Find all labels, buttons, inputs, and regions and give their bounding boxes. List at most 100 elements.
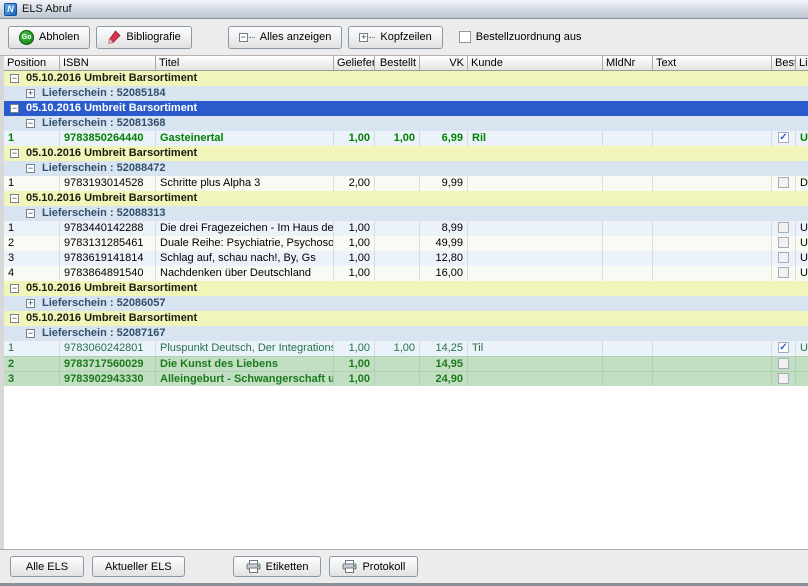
best-checkbox[interactable]	[778, 373, 789, 384]
row-lieferschein[interactable]: +Lieferschein : 52085184	[4, 86, 808, 101]
table-row[interactable]: 49783864891540Nachdenken über Deutschlan…	[4, 266, 808, 281]
collapse-icon[interactable]: −	[10, 314, 19, 323]
collapse-icon[interactable]: −	[26, 209, 35, 218]
etiketten-button[interactable]: Etiketten	[233, 556, 322, 577]
etiketten-label: Etiketten	[266, 561, 309, 573]
expand-icon[interactable]: +	[26, 89, 35, 98]
collapse-icon[interactable]: −	[10, 194, 19, 203]
cell-mldnr	[603, 372, 653, 386]
row-group-header[interactable]: −05.10.2016 Umbreit Barsortiment	[4, 71, 808, 86]
protokoll-label: Protokoll	[362, 561, 405, 573]
collapse-icon[interactable]: −	[10, 74, 19, 83]
aktueller-els-button[interactable]: Aktueller ELS	[92, 556, 185, 577]
collapse-all-icon: −	[239, 32, 255, 43]
table-row[interactable]: 29783717560029Die Kunst des Liebens1,001…	[4, 356, 808, 371]
column-header-titel[interactable]: Titel	[156, 56, 334, 70]
group-label: 05.10.2016 Umbreit Barsortiment	[26, 281, 197, 296]
cell-kunde	[468, 236, 603, 251]
lieferschein-label: Lieferschein : 52081368	[42, 116, 166, 131]
cell-kunde	[468, 372, 603, 386]
cell-geliefert: 1,00	[334, 357, 375, 371]
cell-kunde	[468, 266, 603, 281]
cell-pos: 4	[4, 266, 60, 281]
column-header-isbn[interactable]: ISBN	[60, 56, 156, 70]
column-header-vk[interactable]: VK	[420, 56, 468, 70]
cell-isbn: 9783902943330	[60, 372, 156, 386]
column-header-bestellt[interactable]: Bestellt	[375, 56, 420, 70]
column-header-best[interactable]: Best.	[772, 56, 796, 70]
go-icon: Go	[19, 30, 34, 45]
row-lieferschein[interactable]: −Lieferschein : 52081368	[4, 116, 808, 131]
collapse-icon[interactable]: −	[10, 104, 19, 113]
row-group-header[interactable]: −05.10.2016 Umbreit Barsortiment	[4, 146, 808, 161]
lieferschein-label: Lieferschein : 52088472	[42, 161, 166, 176]
alles-anzeigen-label: Alles anzeigen	[260, 31, 332, 43]
best-checkbox[interactable]	[778, 358, 789, 369]
best-checkbox[interactable]	[778, 177, 789, 188]
cell-bestellt: 1,00	[375, 131, 420, 146]
cell-bestellt	[375, 372, 420, 386]
cell-titel: Pluspunkt Deutsch, Der Integrationskurs	[156, 341, 334, 356]
protokoll-button[interactable]: Protokoll	[329, 556, 418, 577]
best-checkbox[interactable]	[778, 237, 789, 248]
row-lieferschein[interactable]: + Lieferschein : 52086057	[4, 296, 808, 311]
best-checkbox[interactable]	[778, 252, 789, 263]
lieferschein-label: Lieferschein : 52088313	[42, 206, 166, 221]
cell-mldnr	[603, 221, 653, 236]
abholen-button[interactable]: Go Abholen	[8, 26, 90, 49]
cell-geliefert: 1,00	[334, 372, 375, 386]
kopfzeilen-button[interactable]: + Kopfzeilen	[348, 26, 442, 49]
cell-vk: 24,90	[420, 372, 468, 386]
collapse-icon[interactable]: −	[26, 164, 35, 173]
table-row[interactable]: 29783131285461Duale Reihe: Psychiatrie, …	[4, 236, 808, 251]
table-row[interactable]: 19783440142288Die drei Fragezeichen - Im…	[4, 221, 808, 236]
bibliografie-button[interactable]: Bibliografie	[96, 26, 191, 49]
column-header-lieferant[interactable]: Lieferant	[796, 56, 808, 70]
table-row[interactable]: 19783193014528Schritte plus Alpha 32,009…	[4, 176, 808, 191]
row-group-header[interactable]: −05.10.2016 Umbreit Barsortiment	[4, 101, 808, 116]
table-row[interactable]: 19783060242801Pluspunkt Deutsch, Der Int…	[4, 341, 808, 356]
collapse-icon[interactable]: −	[26, 119, 35, 128]
cell-lieferant: Umbreit	[796, 266, 808, 281]
bestellzuordnung-checkbox[interactable]	[459, 31, 471, 43]
cell-pos: 3	[4, 251, 60, 266]
cell-geliefert: 1,00	[334, 251, 375, 266]
cell-titel: Die Kunst des Liebens	[156, 357, 334, 371]
best-checkbox[interactable]	[778, 222, 789, 233]
best-checkbox[interactable]	[778, 267, 789, 278]
cell-mldnr	[603, 251, 653, 266]
table-row[interactable]: 19783850264440Gasteinertal1,001,006,99Ri…	[4, 131, 808, 146]
column-header-pos[interactable]: Position	[4, 56, 60, 70]
row-group-header[interactable]: −05.10.2016 Umbreit Barsortiment	[4, 311, 808, 326]
column-header-geliefert[interactable]: Geliefert	[334, 56, 375, 70]
cell-best: ✓	[772, 341, 796, 356]
row-lieferschein[interactable]: −Lieferschein : 52087167	[4, 326, 808, 341]
cell-lieferant: Umbreit	[796, 131, 808, 146]
best-checkbox[interactable]: ✓	[778, 342, 789, 353]
collapse-icon[interactable]: −	[10, 149, 19, 158]
cell-bestellt	[375, 176, 420, 191]
column-header-mldnr[interactable]: MldNr	[603, 56, 653, 70]
cell-mldnr	[603, 357, 653, 371]
cell-isbn: 9783717560029	[60, 357, 156, 371]
expand-icon[interactable]: +	[26, 299, 35, 308]
column-header-kunde[interactable]: Kunde	[468, 56, 603, 70]
lieferschein-label: Lieferschein : 52086057	[42, 296, 166, 311]
table-row[interactable]: 39783619141814Schlag auf, schau nach!, B…	[4, 251, 808, 266]
row-lieferschein[interactable]: −Lieferschein : 52088472	[4, 161, 808, 176]
cell-lieferant: Umbreit	[796, 341, 808, 356]
collapse-icon[interactable]: −	[26, 329, 35, 338]
row-group-header[interactable]: −05.10.2016 Umbreit Barsortiment	[4, 191, 808, 206]
alle-els-button[interactable]: Alle ELS	[10, 556, 84, 577]
row-group-header[interactable]: −05.10.2016 Umbreit Barsortiment	[4, 281, 808, 296]
best-checkbox[interactable]: ✓	[778, 132, 789, 143]
cell-titel: Gasteinertal	[156, 131, 334, 146]
cell-bestellt: 1,00	[375, 341, 420, 356]
row-lieferschein[interactable]: −Lieferschein : 52088313	[4, 206, 808, 221]
bestellzuordnung-label: Bestellzuordnung aus	[476, 31, 582, 43]
column-header-text[interactable]: Text	[653, 56, 772, 70]
cell-kunde	[468, 221, 603, 236]
alles-anzeigen-button[interactable]: − Alles anzeigen	[228, 26, 343, 49]
table-row[interactable]: 39783902943330Alleingeburt - Schwangersc…	[4, 371, 808, 386]
collapse-icon[interactable]: −	[10, 284, 19, 293]
